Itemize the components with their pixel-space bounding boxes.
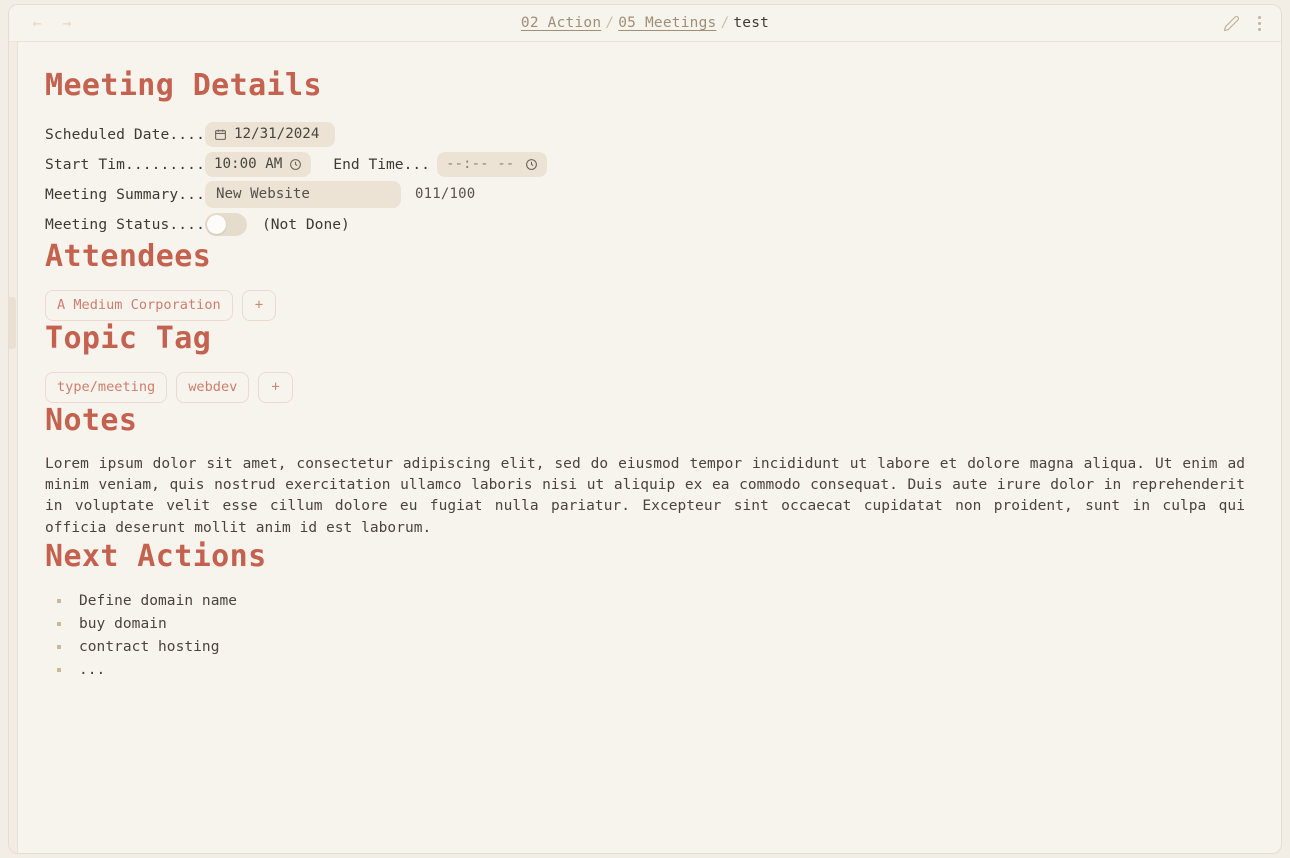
breadcrumb-separator: / — [720, 15, 730, 31]
bullet-icon — [57, 645, 61, 650]
scheduled-date-value: 12/31/2024 — [233, 126, 320, 142]
clock-icon — [525, 158, 538, 171]
sidebar-collapse-gutter[interactable] — [9, 42, 18, 853]
row-times: Start Tim......... 10:00 AM End Time... … — [45, 149, 1251, 179]
end-time-input[interactable]: --:-- -- — [436, 151, 547, 177]
section-title-topic-tag: Topic Tag — [45, 320, 212, 356]
section-title-attendees: Attendees — [45, 239, 212, 274]
bullet-icon — [57, 668, 61, 673]
list-item: ... — [45, 659, 1251, 682]
list-item: Define domain name — [45, 590, 1251, 613]
label-end-time: End Time... — [333, 155, 430, 173]
meeting-details-form: Scheduled Date.... 12/31/2024 Start Tim.… — [45, 119, 1251, 239]
breadcrumb: 02 Action/05 Meetings / test — [9, 15, 1281, 31]
topic-tag-pill[interactable]: webdev — [176, 372, 250, 403]
calendar-icon — [214, 128, 227, 141]
end-time-value: --:-- -- — [445, 156, 515, 172]
meeting-status-toggle[interactable] — [204, 212, 247, 236]
summary-char-counter: 011/100 — [414, 186, 476, 202]
label-meeting-status: Meeting Status.... — [45, 215, 205, 233]
label-meeting-summary: Meeting Summary... — [45, 185, 205, 203]
add-topic-tag-button[interactable]: + — [258, 371, 293, 403]
breadcrumb-item-current: test — [733, 15, 770, 31]
start-time-value: 10:00 AM — [213, 156, 283, 172]
breadcrumb-separator: / — [605, 15, 615, 31]
section-title-meeting-details: Meeting Details — [45, 68, 322, 103]
bullet-icon — [57, 622, 61, 627]
sidebar-handle[interactable] — [9, 297, 16, 349]
attendees-list: A Medium Corporation + — [45, 290, 1251, 321]
breadcrumb-item-action[interactable]: 02 Action — [521, 15, 601, 31]
section-title-notes: Notes — [45, 402, 138, 438]
label-scheduled-date: Scheduled Date.... — [45, 125, 205, 143]
topic-tag-pill[interactable]: type/meeting — [45, 372, 168, 403]
list-item: buy domain — [45, 613, 1251, 636]
breadcrumb-item-meetings[interactable]: 05 Meetings — [618, 15, 716, 31]
row-status: Meeting Status.... (Not Done) — [45, 209, 1251, 239]
bullet-icon — [57, 599, 61, 604]
section-title-next-actions: Next Actions — [45, 538, 267, 574]
list-item-label: ... — [79, 662, 106, 679]
scheduled-date-input[interactable]: 12/31/2024 — [204, 121, 335, 147]
title-bar: ← → 02 Action/05 Meetings / test — [9, 5, 1281, 42]
app-window: ← → 02 Action/05 Meetings / test Meeting D… — [8, 4, 1282, 854]
label-start-time: Start Tim......... — [45, 155, 205, 173]
notes-body: Lorem ipsum dolor sit amet, consectetur … — [45, 455, 1245, 536]
topic-tag-list: type/meeting webdev + — [45, 371, 1251, 403]
start-time-input[interactable]: 10:00 AM — [204, 151, 312, 177]
row-summary: Meeting Summary... New Website 011/100 — [45, 179, 1251, 209]
list-item-label: contract hosting — [79, 639, 220, 656]
next-actions-list: Define domain name buy domain contract h… — [45, 590, 1251, 682]
row-scheduled-date: Scheduled Date.... 12/31/2024 — [45, 119, 1251, 149]
clock-icon — [289, 158, 302, 171]
meeting-summary-input[interactable]: New Website — [204, 180, 401, 208]
attendee-pill[interactable]: A Medium Corporation — [45, 290, 233, 321]
list-item-label: buy domain — [79, 616, 167, 633]
note-content: Meeting Details Scheduled Date.... 12/31… — [18, 42, 1281, 853]
list-item: contract hosting — [45, 636, 1251, 659]
add-attendee-button[interactable]: + — [241, 290, 277, 321]
toggle-knob — [206, 214, 226, 234]
list-item-label: Define domain name — [79, 593, 238, 610]
meeting-status-text: (Not Done) — [261, 215, 350, 233]
